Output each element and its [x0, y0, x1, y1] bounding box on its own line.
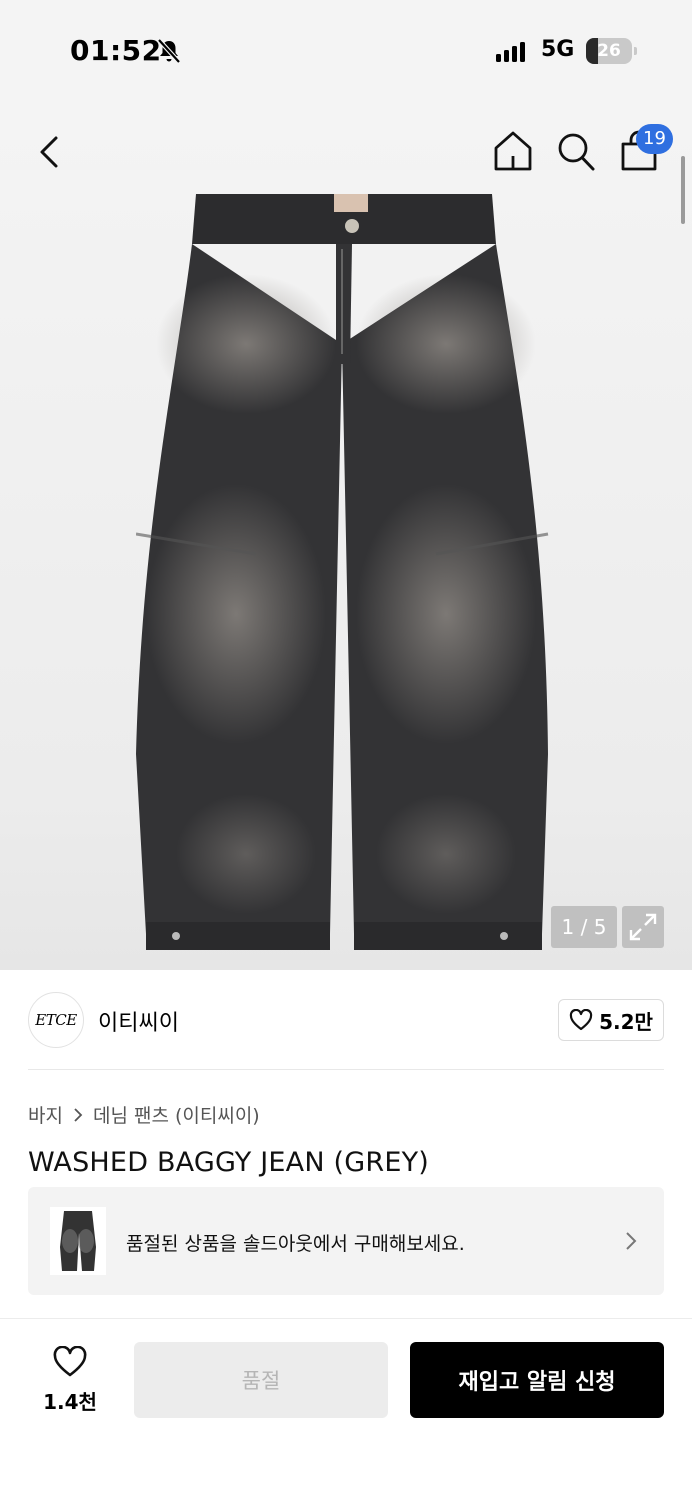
- restock-alert-button[interactable]: 재입고 알림 신청: [410, 1342, 664, 1418]
- heart-icon: [53, 1346, 87, 1377]
- status-bar: 01:52 5G 26: [0, 0, 692, 100]
- chevron-right-icon: [626, 1232, 637, 1250]
- soldout-banner[interactable]: 품절된 상품을 솔드아웃에서 구매해보세요.: [28, 1187, 664, 1295]
- brand-like-button[interactable]: 5.2만: [558, 999, 664, 1041]
- expand-image-button[interactable]: [622, 906, 664, 948]
- chevron-right-icon: [74, 1107, 83, 1122]
- breadcrumb: 바지 데님 팬츠 (이티씨이): [28, 1101, 260, 1128]
- brand-name[interactable]: 이티씨이: [98, 1005, 179, 1037]
- product-image: [136, 194, 549, 950]
- product-title: WASHED BAGGY JEAN (GREY): [28, 1147, 430, 1178]
- status-time: 01:52: [70, 34, 162, 67]
- breadcrumb-subcategory[interactable]: 데님 팬츠 (이티씨이): [93, 1101, 260, 1128]
- expand-icon: [629, 913, 657, 941]
- home-button[interactable]: [490, 128, 536, 174]
- image-pager: 1 / 5: [551, 906, 617, 948]
- soldout-button: 품절: [134, 1342, 388, 1418]
- wishlist-button[interactable]: 1.4천: [30, 1342, 110, 1418]
- soldout-banner-text: 품절된 상품을 솔드아웃에서 구매해보세요.: [126, 1233, 465, 1255]
- home-icon: [494, 131, 532, 171]
- battery-tip: [634, 47, 637, 55]
- heart-icon: [569, 1009, 593, 1031]
- scrollbar[interactable]: [681, 156, 685, 224]
- product-thumbnail: [50, 1207, 106, 1275]
- signal-icon: [496, 40, 525, 62]
- muted-bell-icon: [157, 38, 181, 64]
- divider: [28, 1069, 664, 1070]
- battery-percent: 26: [597, 41, 621, 61]
- footer-divider: [0, 1318, 692, 1319]
- brand-row[interactable]: ETCE 이티씨이 5.2만: [28, 992, 664, 1050]
- chevron-left-icon: [40, 136, 58, 168]
- search-button[interactable]: [554, 128, 598, 174]
- wishlist-count: 1.4천: [43, 1390, 97, 1414]
- product-gallery[interactable]: 1 / 5: [0, 100, 692, 970]
- brand-logo[interactable]: ETCE: [28, 992, 84, 1048]
- back-button[interactable]: [30, 130, 70, 174]
- search-icon: [558, 133, 595, 171]
- brand-like-count: 5.2만: [599, 1009, 653, 1034]
- network-type: 5G: [541, 37, 575, 62]
- breadcrumb-category[interactable]: 바지: [28, 1101, 63, 1128]
- battery-icon: 26: [586, 38, 632, 64]
- cart-count-badge: 19: [636, 124, 673, 154]
